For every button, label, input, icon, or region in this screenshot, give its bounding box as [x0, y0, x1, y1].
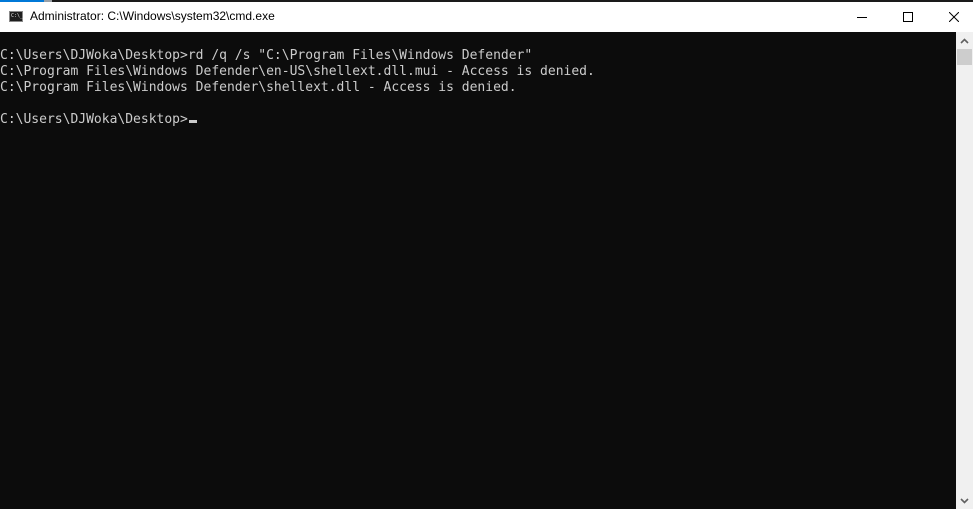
title-bar[interactable]: C:\_ Administrator: C:\Windows\system32\… — [0, 2, 973, 32]
cmd-app-icon[interactable]: C:\_ — [9, 11, 23, 22]
prompt: C:\Users\DJWoka\Desktop> — [0, 112, 188, 127]
console-line: C:\Program Files\Windows Defender\en-US\… — [0, 64, 595, 79]
console-line: C:\Program Files\Windows Defender\shelle… — [0, 80, 517, 95]
text-cursor — [188, 120, 197, 123]
maximize-icon — [903, 12, 913, 22]
prompt-line[interactable]: C:\Users\DJWoka\Desktop> — [0, 112, 197, 128]
chevron-up-icon — [960, 37, 969, 44]
scroll-down-button[interactable] — [956, 492, 973, 509]
minimize-icon — [857, 17, 867, 18]
close-button[interactable] — [931, 2, 973, 32]
scrollbar-thumb[interactable] — [957, 49, 972, 65]
close-icon — [949, 12, 959, 22]
scroll-up-button[interactable] — [956, 32, 973, 49]
console-output[interactable]: C:\Users\DJWoka\Desktop>rd /q /s "C:\Pro… — [0, 32, 956, 509]
console-line: C:\Users\DJWoka\Desktop>rd /q /s "C:\Pro… — [0, 48, 533, 63]
maximize-button[interactable] — [885, 2, 931, 32]
minimize-button[interactable] — [839, 2, 885, 32]
vertical-scrollbar[interactable] — [956, 32, 973, 509]
cmd-icon-label: C:\_ — [11, 13, 24, 19]
chevron-down-icon — [960, 497, 969, 504]
window-title: Administrator: C:\Windows\system32\cmd.e… — [30, 9, 275, 23]
